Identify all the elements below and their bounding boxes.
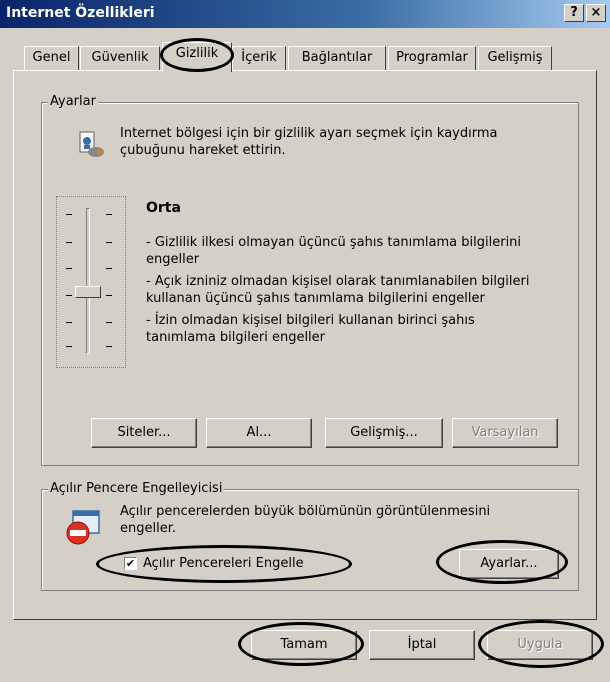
default-button[interactable]: Varsayılan [452, 418, 558, 448]
privacy-level-title: Orta [146, 200, 181, 216]
popup-blocker-icon [63, 508, 103, 548]
popup-block-checkbox[interactable]: ✔ [124, 557, 137, 570]
settings-intro-line2: çubuğunu hareket ettirin. [120, 143, 286, 158]
tab-gelismis[interactable]: Gelişmiş [478, 46, 552, 70]
popup-desc-line2: engeller. [120, 521, 176, 536]
settings-legend: Ayarlar [48, 94, 98, 109]
import-button[interactable]: Al... [206, 418, 312, 448]
tab-guvenlik[interactable]: Güvenlik [80, 46, 160, 70]
tab-baglantilar[interactable]: Bağlantılar [288, 46, 386, 70]
title-bar: Internet Özellikleri ? × [0, 0, 610, 28]
sites-button[interactable]: Siteler... [91, 418, 197, 448]
apply-button-label: Uygula [517, 637, 563, 652]
privacy-desc-line: tanımlama bilgileri engeller [146, 330, 326, 345]
popup-settings-button[interactable]: Ayarlar... [459, 549, 559, 579]
apply-button[interactable]: Uygula [487, 630, 593, 660]
popup-legend: Açılır Pencere Engelleyicisi [48, 481, 225, 496]
sites-button-label: Siteler... [117, 425, 171, 440]
privacy-desc-line: kullanan üçüncü şahıs tanımlama bilgiler… [146, 291, 485, 306]
window-title: Internet Özellikleri [6, 5, 155, 21]
settings-intro-line1: Internet bölgesi için bir gizlilik ayarı… [120, 126, 498, 141]
popup-block-checkbox-label[interactable]: Açılır Pencereleri Engelle [143, 555, 304, 572]
import-button-label: Al... [246, 425, 272, 440]
advanced-button-label: Gelişmiş... [350, 425, 418, 440]
privacy-desc-line: - Gizlilik ilkesi olmayan üçüncü şahıs t… [146, 235, 522, 250]
ok-button[interactable]: Tamam [251, 630, 357, 660]
privacy-slider[interactable] [56, 196, 126, 368]
close-button[interactable]: × [586, 4, 606, 22]
privacy-desc-line: - İzin olmadan kişisel bilgileri kullana… [146, 313, 475, 328]
popup-settings-button-label: Ayarlar... [480, 556, 538, 571]
advanced-button[interactable]: Gelişmiş... [325, 418, 443, 448]
slider-thumb[interactable] [75, 286, 101, 298]
cancel-button[interactable]: İptal [369, 630, 475, 660]
privacy-desc-line: engeller [146, 252, 200, 267]
privacy-desc-line: - Açık izniniz olmadan kişisel olarak ta… [146, 274, 530, 289]
tab-genel[interactable]: Genel [24, 46, 79, 70]
default-button-label: Varsayılan [471, 425, 539, 440]
help-button[interactable]: ? [564, 4, 584, 22]
tab-programlar[interactable]: Programlar [388, 46, 476, 70]
privacy-icon [76, 130, 106, 160]
tab-icerik[interactable]: İçerik [232, 46, 286, 70]
tab-gizlilik[interactable]: Gizlilik [162, 42, 232, 72]
slider-track [86, 208, 90, 354]
cancel-button-label: İptal [407, 637, 437, 652]
popup-desc-line1: Açılır pencerelerden büyük bölümünün gör… [120, 504, 491, 519]
ok-button-label: Tamam [280, 637, 328, 652]
